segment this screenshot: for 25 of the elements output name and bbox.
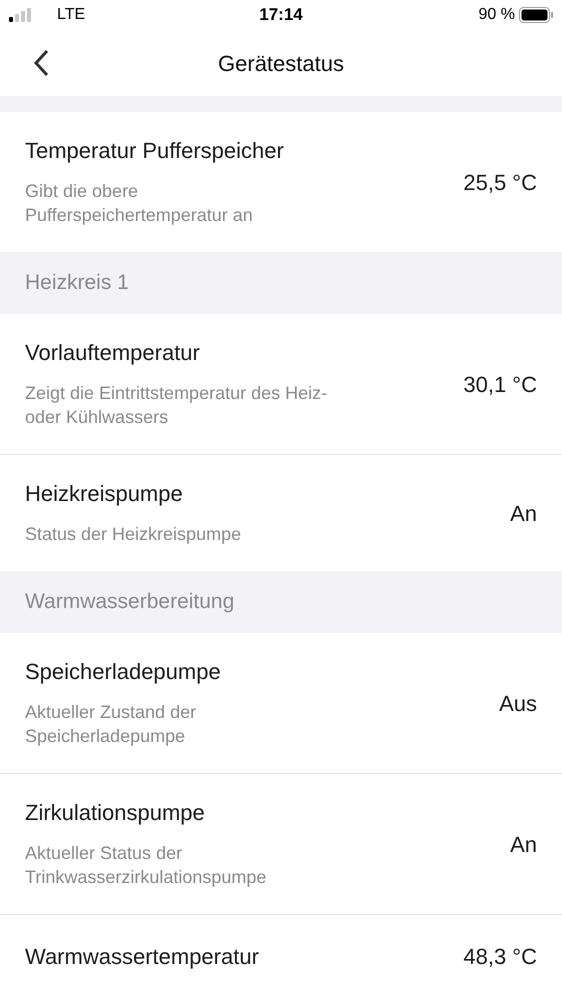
row-description: Zeigt die Eintrittstemperatur des Heiz- oder Kühlwassers <box>25 382 328 429</box>
row-title: Vorlauftemperatur <box>25 339 201 367</box>
battery-icon <box>518 7 553 23</box>
row-value: 25,5 °C <box>463 168 537 196</box>
row-value: An <box>510 500 537 528</box>
row-value: An <box>510 830 537 858</box>
battery-percentage: 90 % <box>478 5 515 25</box>
row-title: Heizkreispumpe <box>25 480 184 508</box>
row-title: Speicherladepumpe <box>25 658 222 686</box>
row-value: 48,3 °C <box>463 943 537 971</box>
back-icon <box>33 49 49 77</box>
row-description: Aktueller Status der Trinkwasserzirkulationspumpe <box>25 842 268 889</box>
row-title: Warmwassertemperatur <box>25 942 260 970</box>
carrier-label: LTE <box>57 5 86 25</box>
page-title: Gerätestatus <box>218 50 344 78</box>
row-title: Zirkulationspumpe <box>25 799 206 827</box>
section-header: Heizkreis 1 <box>25 270 129 296</box>
row-value: Aus <box>499 690 537 718</box>
row-value: 30,1 °C <box>463 370 537 398</box>
section-header: Warmwasserbereitung <box>25 589 234 616</box>
row-description: Status der Heizkreispumpe <box>25 523 242 546</box>
row-description: Gibt die obere Pufferspeichertemperatur an <box>25 180 254 227</box>
row-title: Temperatur Pufferspeicher <box>25 137 285 165</box>
row-description: Aktueller Zustand der Speicherladepumpe <box>25 701 198 748</box>
clock: 17:14 <box>259 4 303 26</box>
